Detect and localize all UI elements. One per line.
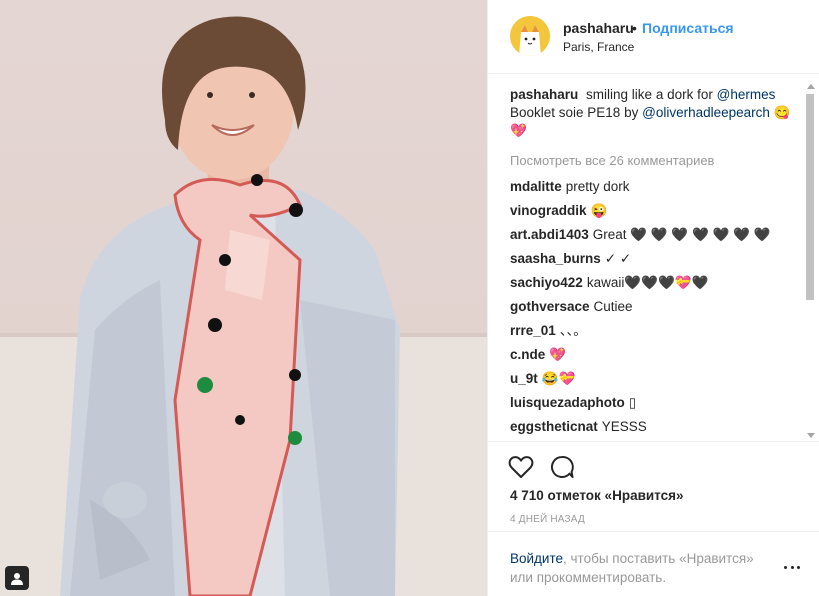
comment-text: 😜 xyxy=(590,203,608,218)
comment-row: rrre_01、、。 xyxy=(510,322,800,346)
comment-row: sachiyo422 kawaii🖤🖤🖤💝🖤 xyxy=(510,274,800,298)
more-options-icon xyxy=(790,565,794,569)
comments-list[interactable]: pashaharu smiling like a dork for @herme… xyxy=(510,86,800,440)
login-prompt-text: Войдите, чтобы поставить «Нравится» или … xyxy=(510,549,780,587)
user-tag-button[interactable] xyxy=(5,566,29,590)
comment-text: ✓ ✓ xyxy=(604,251,632,266)
comment-row: vinograddik 😜 xyxy=(510,202,800,226)
comment-row: luisquezadaphoto ▯ xyxy=(510,394,800,418)
comment-text: Cutiee xyxy=(593,299,633,314)
comment-text: Great 🖤 🖤 🖤 🖤 🖤 🖤 🖤 xyxy=(592,227,771,242)
comment-username[interactable]: gothversace xyxy=(510,299,590,314)
photo-subject xyxy=(60,16,400,596)
comment-row: art.abdi1403 Great 🖤 🖤 🖤 🖤 🖤 🖤 🖤 xyxy=(510,226,800,250)
more-options-icon xyxy=(784,565,787,569)
post-sidebar: pashaharu • Подписаться Paris, France pa… xyxy=(487,0,819,596)
heart-icon xyxy=(508,456,534,478)
post-photo[interactable] xyxy=(0,0,487,596)
post-actions: 4 710 отметок «Нравится» 4 дней назад xyxy=(488,441,819,525)
like-button[interactable] xyxy=(508,454,534,480)
caption-username[interactable]: pashaharu xyxy=(510,87,578,102)
comment-text: pretty dork xyxy=(565,179,630,194)
avatar[interactable] xyxy=(510,16,550,56)
comment-row: saasha_burns ✓ ✓ xyxy=(510,250,800,274)
caption-text-2: Booklet soie PE18 by xyxy=(510,105,639,120)
comment-button[interactable] xyxy=(549,454,575,480)
more-options-button[interactable] xyxy=(784,562,800,572)
comment-row: c.nde 💖 xyxy=(510,346,800,370)
comment-username[interactable]: rrre_01 xyxy=(510,323,556,338)
comment-row: u_9t 😂💝 xyxy=(510,370,800,394)
login-link[interactable]: Войдите xyxy=(510,551,563,566)
comment-username[interactable]: art.abdi1403 xyxy=(510,227,589,242)
comment-text: ▯ xyxy=(628,395,637,410)
comment-row: eggstheticnat YESSS xyxy=(510,418,800,440)
comment-username[interactable]: u_9t xyxy=(510,371,538,386)
comment-username[interactable]: luisquezadaphoto xyxy=(510,395,625,410)
post-caption: pashaharu smiling like a dork for @herme… xyxy=(510,86,800,140)
header-username[interactable]: pashaharu xyxy=(563,20,634,36)
comment-row: mdalitte pretty dork xyxy=(510,178,800,202)
comment-icon xyxy=(551,455,574,478)
more-options-icon xyxy=(797,565,800,569)
comment-username[interactable]: vinograddik xyxy=(510,203,587,218)
comment-text: YESSS xyxy=(601,419,647,434)
comment-text: 💖 xyxy=(549,347,567,362)
comment-username[interactable]: sachiyo422 xyxy=(510,275,583,290)
post-timestamp[interactable]: 4 дней назад xyxy=(510,514,585,525)
post-header: pashaharu • Подписаться Paris, France xyxy=(488,0,819,74)
comment-username[interactable]: mdalitte xyxy=(510,179,562,194)
comment-text: kawaii🖤🖤🖤💝🖤 xyxy=(586,275,709,290)
likes-count[interactable]: 4 710 отметок «Нравится» xyxy=(510,488,684,503)
caption-mention-2[interactable]: @oliverhadleepearch xyxy=(642,105,770,120)
scroll-up-arrow-icon[interactable] xyxy=(807,84,815,89)
caption-mention-1[interactable]: @hermes xyxy=(717,87,776,102)
comments-scrollbar[interactable] xyxy=(804,82,816,440)
comment-text: 、、。 xyxy=(559,323,587,338)
header-separator: • xyxy=(632,20,637,36)
comment-username[interactable]: saasha_burns xyxy=(510,251,601,266)
follow-button[interactable]: Подписаться xyxy=(642,20,734,36)
comment-username[interactable]: c.nde xyxy=(510,347,545,362)
caption-text-1: smiling like a dork for xyxy=(586,87,713,102)
comment-text: 😂💝 xyxy=(541,371,576,386)
login-prompt: Войдите, чтобы поставить «Нравится» или … xyxy=(488,531,819,596)
comment-username[interactable]: eggstheticnat xyxy=(510,419,598,434)
load-more-comments[interactable]: Посмотреть все 26 комментариев xyxy=(510,152,800,170)
location-link[interactable]: Paris, France xyxy=(563,40,634,54)
avatar-image xyxy=(510,16,550,56)
scrollbar-thumb[interactable] xyxy=(806,94,814,300)
comment-row: gothversace Cutiee xyxy=(510,298,800,322)
scroll-down-arrow-icon[interactable] xyxy=(807,433,815,438)
user-tag-icon xyxy=(11,572,23,585)
